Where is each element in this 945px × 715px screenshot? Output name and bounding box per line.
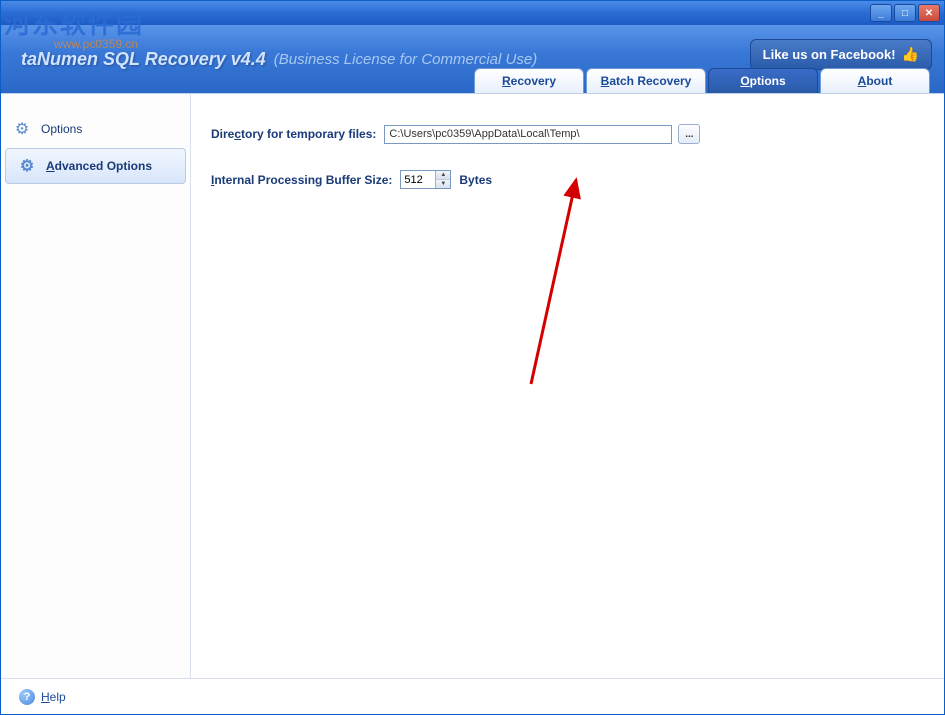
temp-directory-input[interactable]: [384, 125, 672, 144]
tab-options[interactable]: OptionsOptions: [708, 68, 818, 93]
app-subtitle: (Business License for Commercial Use): [274, 51, 537, 68]
main-panel: Directory for temporary files: ... Inter…: [191, 94, 944, 678]
buffer-size-spinner: ▲ ▼: [400, 170, 451, 189]
spinner-buttons: ▲ ▼: [435, 171, 450, 188]
window-controls: _ □ ✕: [870, 4, 940, 22]
tab-about[interactable]: AboutAbout: [820, 68, 930, 93]
buffer-size-row: Internal Processing Buffer Size: ▲ ▼ Byt…: [211, 170, 924, 189]
facebook-label: Like us on Facebook!: [763, 47, 896, 62]
spinner-up-button[interactable]: ▲: [436, 171, 450, 180]
titlebar: _ □ ✕: [1, 1, 944, 25]
sidebar-item-label: Options: [41, 122, 82, 136]
maximize-button[interactable]: □: [894, 4, 916, 22]
buffer-size-input[interactable]: [401, 171, 435, 188]
main-tabs: RRecoveryecovery Batch RecoveryBatch Rec…: [474, 68, 930, 93]
thumbs-up-icon: 👍: [902, 46, 919, 63]
help-label: Help: [41, 690, 66, 704]
content-area: ⚙ Options ⚙ Advanced Options Advanced Op…: [1, 93, 944, 678]
tab-batch-recovery[interactable]: Batch RecoveryBatch Recovery: [586, 68, 706, 93]
sidebar-item-options[interactable]: ⚙ Options: [1, 112, 190, 146]
browse-button[interactable]: ...: [678, 124, 700, 144]
arrow-annotation: [511, 174, 611, 394]
minimize-button[interactable]: _: [870, 4, 892, 22]
temp-directory-label: Directory for temporary files:: [211, 127, 376, 141]
close-button[interactable]: ✕: [918, 4, 940, 22]
tab-recovery[interactable]: RRecoveryecovery: [474, 68, 584, 93]
sidebar-item-advanced-options[interactable]: ⚙ Advanced Options Advanced Options: [5, 148, 186, 184]
application-window: _ □ ✕ taNumen SQL Recovery v4.4 (Busines…: [0, 0, 945, 715]
header: taNumen SQL Recovery v4.4 (Business Lice…: [1, 25, 944, 93]
gear-icon: ⚙: [13, 120, 31, 138]
buffer-size-label: Internal Processing Buffer Size:: [211, 173, 392, 187]
app-title: taNumen SQL Recovery v4.4: [21, 49, 266, 70]
facebook-button[interactable]: Like us on Facebook! 👍: [750, 39, 932, 70]
sidebar-item-label: Advanced Options: [46, 159, 152, 173]
footer: ? Help: [1, 678, 944, 714]
help-link[interactable]: ? Help: [19, 689, 66, 705]
bytes-label: Bytes: [459, 173, 492, 187]
gear-icon: ⚙: [18, 157, 36, 175]
spinner-down-button[interactable]: ▼: [436, 180, 450, 188]
sidebar: ⚙ Options ⚙ Advanced Options Advanced Op…: [1, 94, 191, 678]
temp-directory-row: Directory for temporary files: ...: [211, 124, 924, 144]
help-icon: ?: [19, 689, 35, 705]
